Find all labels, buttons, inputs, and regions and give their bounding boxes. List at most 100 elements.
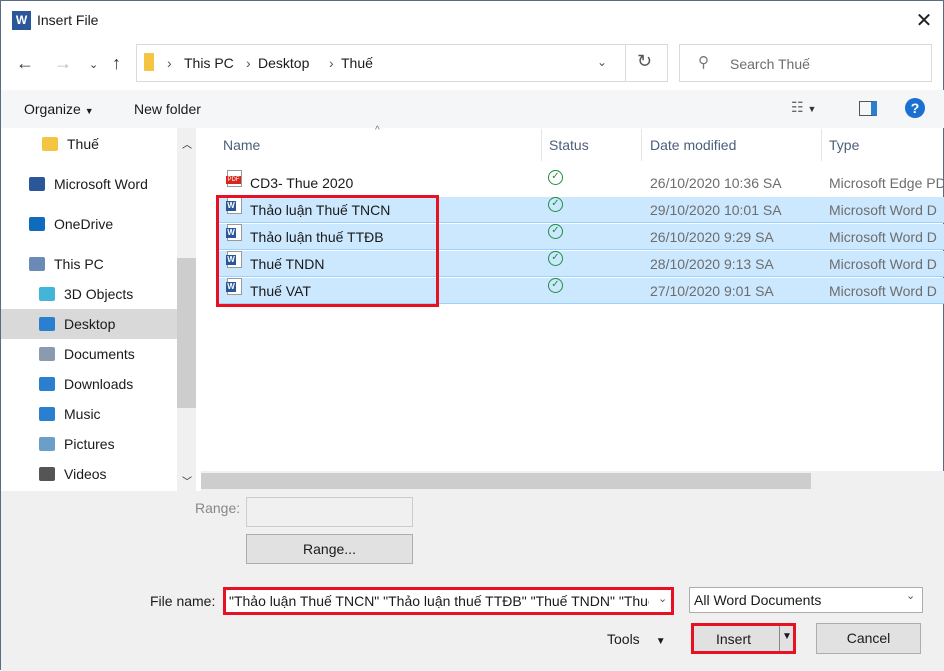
tools-button[interactable]: Tools ▼ bbox=[607, 631, 666, 647]
sync-status-check-icon: ✓ bbox=[548, 170, 563, 185]
sidebar-item-label: Thuế bbox=[67, 136, 99, 152]
chevron-right-icon: › bbox=[246, 55, 251, 71]
divider bbox=[625, 45, 626, 81]
sidebar-item-label: Desktop bbox=[64, 316, 116, 332]
file-type: Microsoft Word D bbox=[829, 283, 937, 299]
sidebar-item-3d-objects[interactable]: 3D Objects bbox=[1, 279, 177, 309]
cloud-icon bbox=[29, 217, 45, 231]
search-box[interactable]: ⚲ Search Thuế bbox=[679, 44, 932, 82]
range-label: Range: bbox=[195, 500, 241, 516]
folder-icon bbox=[42, 137, 58, 151]
breadcrumb-this-pc[interactable]: This PC bbox=[184, 55, 234, 71]
chevron-right-icon: › bbox=[329, 55, 334, 71]
column-header-type[interactable]: Type bbox=[829, 129, 859, 161]
breadcrumb-desktop[interactable]: Desktop bbox=[258, 55, 309, 71]
chevron-down-icon: ⌄ bbox=[906, 590, 916, 602]
sidebar-item-documents[interactable]: Documents bbox=[1, 339, 177, 369]
sidebar-item-desktop[interactable]: Desktop bbox=[1, 309, 177, 339]
search-placeholder: Search Thuế bbox=[730, 56, 810, 72]
sidebar-item-music[interactable]: Music bbox=[1, 399, 177, 429]
file-date: 26/10/2020 10:36 SA bbox=[650, 175, 782, 191]
view-options-icon[interactable]: ☷ ▼ bbox=[791, 99, 816, 116]
file-type-select[interactable]: All Word Documents ⌄ bbox=[689, 587, 923, 613]
scrollbar-thumb[interactable] bbox=[177, 258, 196, 408]
file-type: Microsoft Edge PDF bbox=[829, 175, 944, 191]
insert-dropdown-icon[interactable]: ▼ bbox=[782, 631, 792, 642]
pdf-file-icon bbox=[226, 170, 242, 187]
scroll-down-icon[interactable]: ﹀ bbox=[182, 473, 192, 488]
column-header-status[interactable]: Status bbox=[549, 129, 589, 161]
help-icon[interactable]: ? bbox=[905, 98, 925, 118]
title-bar: W Insert File ✕ bbox=[1, 1, 944, 41]
sync-status-check-icon: ✓ bbox=[548, 224, 563, 239]
desktop-icon bbox=[39, 317, 55, 331]
dialog-title: Insert File bbox=[37, 12, 99, 28]
word-app-icon: W bbox=[12, 11, 31, 30]
scrollbar-thumb[interactable] bbox=[201, 473, 811, 489]
chevron-right-icon: › bbox=[167, 55, 172, 71]
sidebar-item-label: OneDrive bbox=[54, 216, 114, 232]
file-name: CD3- Thue 2020 bbox=[250, 175, 354, 191]
pictures-icon bbox=[39, 437, 55, 451]
sidebar-item-label: Documents bbox=[64, 346, 135, 362]
folder-icon bbox=[144, 53, 154, 71]
forward-arrow-icon[interactable]: → bbox=[54, 53, 72, 74]
computer-icon bbox=[29, 257, 45, 271]
word-icon bbox=[29, 177, 45, 191]
range-button[interactable]: Range... bbox=[246, 534, 413, 564]
column-header-name[interactable]: Name bbox=[223, 129, 260, 161]
sidebar-item-label: Music bbox=[64, 406, 101, 422]
documents-icon bbox=[39, 347, 55, 361]
sync-status-check-icon: ✓ bbox=[548, 278, 563, 293]
organize-button[interactable]: Organize ▼ bbox=[24, 101, 94, 117]
sidebar-item-videos[interactable]: Videos bbox=[1, 459, 177, 489]
sync-status-check-icon: ✓ bbox=[548, 251, 563, 266]
sidebar-item-onedrive[interactable]: OneDrive bbox=[1, 209, 177, 239]
close-button[interactable]: ✕ bbox=[909, 7, 939, 35]
refresh-icon[interactable]: ↻ bbox=[637, 51, 652, 72]
sidebar-item-pictures[interactable]: Pictures bbox=[1, 429, 177, 459]
sidebar-scrollbar[interactable]: ︿ ﹀ bbox=[177, 128, 196, 491]
sidebar-item-thuế[interactable]: Thuế bbox=[1, 129, 177, 159]
sidebar-item-microsoft-word[interactable]: Microsoft Word bbox=[1, 169, 177, 199]
bottom-pane: Range: Range... File name: "Thảo luận Th… bbox=[1, 491, 944, 671]
sync-status-check-icon: ✓ bbox=[548, 197, 563, 212]
sidebar-item-label: Videos bbox=[64, 466, 107, 482]
horizontal-scrollbar[interactable] bbox=[201, 471, 944, 491]
sidebar-item-label: Pictures bbox=[64, 436, 115, 452]
breadcrumb-thue[interactable]: Thuế bbox=[341, 55, 373, 71]
sidebar-item-downloads[interactable]: Downloads bbox=[1, 369, 177, 399]
back-arrow-icon[interactable]: ← bbox=[16, 53, 34, 74]
column-header-date[interactable]: Date modified bbox=[650, 129, 736, 161]
file-type: Microsoft Word D bbox=[829, 202, 937, 218]
range-input[interactable] bbox=[246, 497, 413, 527]
chevron-down-icon[interactable]: ⌄ bbox=[658, 592, 667, 605]
videos-icon bbox=[39, 467, 55, 481]
address-bar[interactable]: › This PC › Desktop › Thuế ⌄ ↻ bbox=[136, 44, 668, 82]
download-icon bbox=[39, 377, 55, 391]
sidebar-item-label: This PC bbox=[54, 256, 104, 272]
insert-file-dialog: W Insert File ✕ ← → ⌄ ↑ › This PC › Desk… bbox=[0, 0, 944, 671]
preview-pane-icon[interactable] bbox=[859, 101, 877, 116]
cube-icon bbox=[39, 287, 55, 301]
file-name-input[interactable]: "Thảo luận Thuế TNCN" "Thảo luận thuế TT… bbox=[223, 587, 674, 615]
search-icon: ⚲ bbox=[698, 54, 709, 71]
sidebar-item-label: Microsoft Word bbox=[54, 176, 148, 192]
file-date: 28/10/2020 9:13 SA bbox=[650, 256, 774, 272]
navigation-pane: Thuế Microsoft Word OneDrive This PC 3D Obje… bbox=[1, 128, 197, 491]
up-arrow-icon[interactable]: ↑ bbox=[112, 53, 121, 74]
new-folder-button[interactable]: New folder bbox=[134, 101, 201, 117]
toolbar: Organize ▼ New folder ☷ ▼ ? bbox=[1, 90, 944, 128]
selection-highlight-box bbox=[216, 195, 439, 307]
sort-ascending-icon: ^ bbox=[375, 125, 380, 136]
address-dropdown-icon[interactable]: ⌄ bbox=[597, 55, 607, 69]
insert-button[interactable]: Insert ▼ bbox=[691, 623, 796, 654]
file-row[interactable]: CD3- Thue 2020 ✓ 26/10/2020 10:36 SA Mic… bbox=[219, 170, 944, 196]
sidebar-item-this-pc[interactable]: This PC bbox=[1, 249, 177, 279]
recent-locations-chevron-icon[interactable]: ⌄ bbox=[89, 58, 98, 71]
sidebar-item-label: 3D Objects bbox=[64, 286, 134, 302]
sidebar-item-label: Downloads bbox=[64, 376, 134, 392]
cancel-button[interactable]: Cancel bbox=[816, 623, 921, 654]
scroll-up-icon[interactable]: ︿ bbox=[182, 136, 192, 151]
file-date: 26/10/2020 9:29 SA bbox=[650, 229, 774, 245]
